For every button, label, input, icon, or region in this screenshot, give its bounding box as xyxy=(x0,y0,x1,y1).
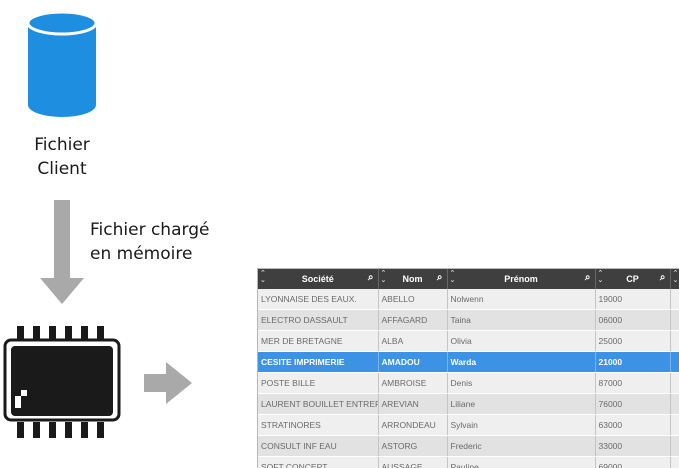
cell-extra[interactable] xyxy=(670,394,679,415)
table-row[interactable]: CESITE IMPRIMERIEAMADOUWarda21000 xyxy=(258,352,679,373)
cell-societe[interactable]: MER DE BRETAGNE xyxy=(258,331,378,352)
cell-societe[interactable]: CESITE IMPRIMERIE xyxy=(258,352,378,373)
cell-cp[interactable]: 25000 xyxy=(595,331,670,352)
cell-extra[interactable] xyxy=(670,457,679,468)
search-icon[interactable]: ⌕ xyxy=(660,273,666,283)
cell-prenom[interactable]: Warda xyxy=(447,352,595,373)
search-icon[interactable]: ⌕ xyxy=(368,273,374,283)
cell-societe[interactable]: ELECTRO DASSAULT xyxy=(258,310,378,331)
arrow-label-line2: en mémoire xyxy=(90,242,209,266)
cell-prenom[interactable]: Frederic xyxy=(447,436,595,457)
cell-cp[interactable]: 69000 xyxy=(595,457,670,468)
cell-prenom[interactable]: Liliane xyxy=(447,394,595,415)
cell-nom[interactable]: AREVIAN xyxy=(378,394,447,415)
cell-societe[interactable]: SOFT CONCEPT xyxy=(258,457,378,468)
table-row[interactable]: CONSULT INF EAUASTORGFrederic33000 xyxy=(258,436,679,457)
arrow-right-icon xyxy=(144,362,192,406)
cell-extra[interactable] xyxy=(670,331,679,352)
cell-societe[interactable]: POSTE BILLE xyxy=(258,373,378,394)
search-icon[interactable]: ⌕ xyxy=(437,273,443,283)
cell-societe[interactable]: CONSULT INF EAU xyxy=(258,436,378,457)
column-header-label: CP xyxy=(626,274,639,284)
table-row[interactable]: LAURENT BOUILLET ENTREPAREVIANLiliane760… xyxy=(258,394,679,415)
table-row[interactable]: SOFT CONCEPTAUSSAGEPauline69000 xyxy=(258,457,679,468)
cell-extra[interactable] xyxy=(670,289,679,310)
cell-cp[interactable]: 63000 xyxy=(595,415,670,436)
cell-extra[interactable] xyxy=(670,373,679,394)
search-icon[interactable]: ⌕ xyxy=(585,273,591,283)
cell-nom[interactable]: AUSSAGE xyxy=(378,457,447,468)
table-row[interactable]: MER DE BRETAGNEALBAOlivia25000 xyxy=(258,331,679,352)
cell-prenom[interactable]: Pauline xyxy=(447,457,595,468)
cell-societe[interactable]: LAURENT BOUILLET ENTREP xyxy=(258,394,378,415)
column-header-label: Société xyxy=(302,274,334,284)
cell-cp[interactable]: 76000 xyxy=(595,394,670,415)
sort-icon[interactable]: ⌃⌄ xyxy=(673,270,679,284)
table-row[interactable]: STRATINORESARRONDEAUSylvain63000 xyxy=(258,415,679,436)
table-header-row: ⌃⌄ Société ⌕ ⌃⌄ Nom ⌕ ⌃⌄ Prénom ⌕ ⌃⌄ CP xyxy=(258,269,679,289)
sort-icon[interactable]: ⌃⌄ xyxy=(260,270,266,284)
arrow-down-icon xyxy=(40,200,84,306)
cell-extra[interactable] xyxy=(670,436,679,457)
cell-cp[interactable]: 87000 xyxy=(595,373,670,394)
cell-cp[interactable]: 21000 xyxy=(595,352,670,373)
column-header-societe[interactable]: ⌃⌄ Société ⌕ xyxy=(258,269,378,289)
sort-icon[interactable]: ⌃⌄ xyxy=(381,270,387,284)
cell-cp[interactable]: 19000 xyxy=(595,289,670,310)
cell-extra[interactable] xyxy=(670,415,679,436)
cell-societe[interactable]: STRATINORES xyxy=(258,415,378,436)
cell-nom[interactable]: ALBA xyxy=(378,331,447,352)
file-label-line2: Client xyxy=(22,157,102,181)
column-header-cp[interactable]: ⌃⌄ CP ⌕ xyxy=(595,269,670,289)
client-table[interactable]: ⌃⌄ Société ⌕ ⌃⌄ Nom ⌕ ⌃⌄ Prénom ⌕ ⌃⌄ CP xyxy=(257,268,679,468)
column-header-prenom[interactable]: ⌃⌄ Prénom ⌕ xyxy=(447,269,595,289)
cell-cp[interactable]: 33000 xyxy=(595,436,670,457)
cell-nom[interactable]: ASTORG xyxy=(378,436,447,457)
cell-prenom[interactable]: Denis xyxy=(447,373,595,394)
cell-cp[interactable]: 06000 xyxy=(595,310,670,331)
sort-icon[interactable]: ⌃⌄ xyxy=(450,270,456,284)
column-header-label: Nom xyxy=(403,274,423,284)
cell-nom[interactable]: ARRONDEAU xyxy=(378,415,447,436)
cell-nom[interactable]: AMBROISE xyxy=(378,373,447,394)
column-header-extra[interactable]: ⌃⌄ xyxy=(670,269,679,289)
cell-extra[interactable] xyxy=(670,352,679,373)
cell-prenom[interactable]: Olivia xyxy=(447,331,595,352)
sort-icon[interactable]: ⌃⌄ xyxy=(598,270,604,284)
cell-nom[interactable]: ABELLO xyxy=(378,289,447,310)
cell-extra[interactable] xyxy=(670,310,679,331)
arrow-label-line1: Fichier chargé xyxy=(90,218,209,242)
column-header-label: Prénom xyxy=(504,274,538,284)
table-row[interactable]: POSTE BILLEAMBROISEDenis87000 xyxy=(258,373,679,394)
cell-societe[interactable]: LYONNAISE DES EAUX. xyxy=(258,289,378,310)
arrow-label: Fichier chargé en mémoire xyxy=(90,218,209,266)
cell-prenom[interactable]: Sylvain xyxy=(447,415,595,436)
cell-prenom[interactable]: Taina xyxy=(447,310,595,331)
cell-nom[interactable]: AMADOU xyxy=(378,352,447,373)
memory-chip-icon xyxy=(3,322,123,462)
column-header-nom[interactable]: ⌃⌄ Nom ⌕ xyxy=(378,269,447,289)
table-body: LYONNAISE DES EAUX.ABELLONolwenn19000ELE… xyxy=(258,289,679,468)
cell-prenom[interactable]: Nolwenn xyxy=(447,289,595,310)
cell-nom[interactable]: AFFAGARD xyxy=(378,310,447,331)
file-label: Fichier Client xyxy=(22,133,102,181)
table-row[interactable]: ELECTRO DASSAULTAFFAGARDTaina06000 xyxy=(258,310,679,331)
table-row[interactable]: LYONNAISE DES EAUX.ABELLONolwenn19000 xyxy=(258,289,679,310)
file-label-line1: Fichier xyxy=(22,133,102,157)
database-icon xyxy=(27,11,97,119)
